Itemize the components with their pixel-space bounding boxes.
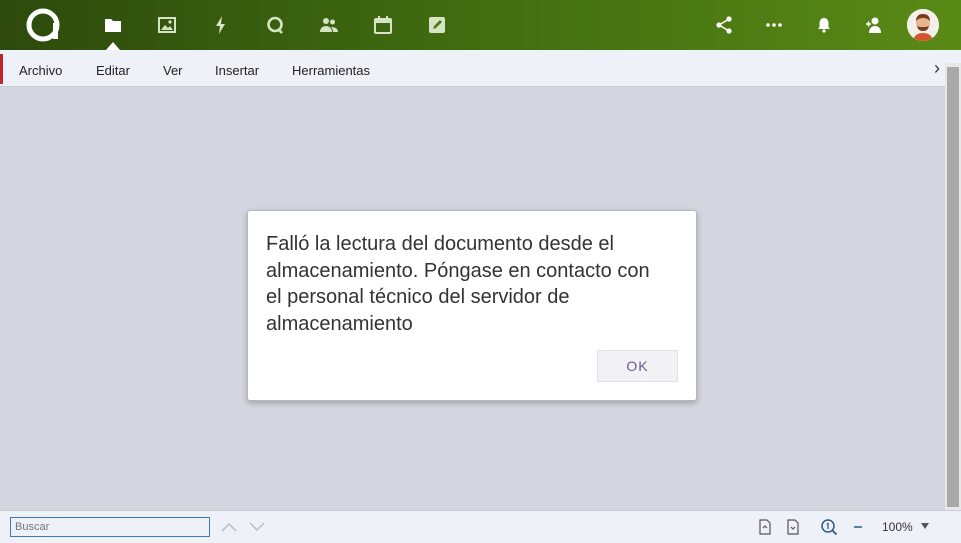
zoom-level[interactable]: 100% <box>882 520 913 534</box>
menu-ver[interactable]: Ver <box>163 63 183 78</box>
more-icon[interactable] <box>762 13 786 37</box>
menu-insertar[interactable]: Insertar <box>215 63 259 78</box>
top-navigation-bar <box>0 0 961 50</box>
search-input[interactable] <box>10 517 210 537</box>
app-logo[interactable] <box>25 7 61 43</box>
menu-bar: Archivo Editar Ver Insertar Herramientas… <box>0 50 961 87</box>
status-bar: 100% <box>0 510 961 543</box>
zoom-out-icon[interactable] <box>849 518 867 536</box>
notifications-icon[interactable] <box>812 13 836 37</box>
dialog-message-line: almacenamiento. Póngase en contacto con <box>266 259 650 282</box>
add-contact-icon[interactable] <box>862 13 886 37</box>
notes-icon[interactable] <box>425 13 449 37</box>
dialog-message-line: almacenamiento <box>266 312 413 335</box>
activity-icon[interactable] <box>209 13 233 37</box>
dialog-message-line: el personal técnico del servidor de <box>266 286 570 308</box>
talk-icon[interactable] <box>263 13 287 37</box>
menubar-scroll-right-icon[interactable]: › <box>934 58 940 79</box>
active-app-indicator <box>106 42 120 50</box>
dialog-message-line: Falló la lectura del documento desde el <box>266 233 614 255</box>
search-next-icon[interactable] <box>248 518 266 536</box>
scrollbar-thumb[interactable] <box>947 67 959 507</box>
menu-accent-stripe <box>0 54 3 84</box>
document-next-icon[interactable] <box>784 518 802 536</box>
vertical-scrollbar[interactable] <box>945 63 961 510</box>
error-dialog: Falló la lectura del documento desde el … <box>247 210 697 401</box>
files-icon[interactable] <box>101 13 125 37</box>
search-previous-icon[interactable] <box>220 518 238 536</box>
document-previous-icon[interactable] <box>756 518 774 536</box>
share-icon[interactable] <box>712 13 736 37</box>
photos-icon[interactable] <box>155 13 179 37</box>
zoom-dropdown-icon[interactable] <box>921 523 929 529</box>
contacts-icon[interactable] <box>317 13 341 37</box>
user-avatar[interactable] <box>907 9 939 41</box>
calendar-icon[interactable] <box>371 13 395 37</box>
menu-herramientas[interactable]: Herramientas <box>292 63 370 78</box>
zoom-reset-icon[interactable] <box>820 518 838 536</box>
menu-editar[interactable]: Editar <box>96 63 130 78</box>
ok-button[interactable]: OK <box>597 350 678 382</box>
menu-archivo[interactable]: Archivo <box>19 63 62 78</box>
dialog-message: Falló la lectura del documento desde el … <box>266 231 686 337</box>
